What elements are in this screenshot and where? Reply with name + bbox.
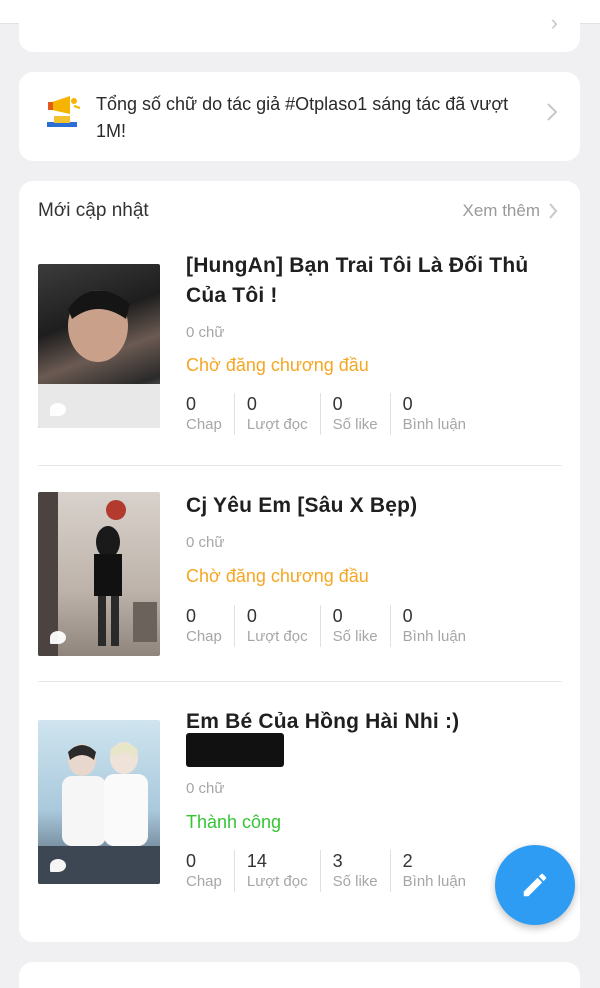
see-more-link[interactable]: Xem thêm [463,201,558,221]
story-word-count: 0 chữ [186,780,225,797]
story-status: Thành công [186,812,282,832]
section-title: Mới cập nhật [38,200,149,221]
story-stats: 0 Chap 0 Lượt đọc 0 Số like 0 Bình luận [186,605,490,647]
divider [38,681,562,682]
chevron-right-icon [549,203,558,219]
story-stats: 0 Chap 14 Lượt đọc 3 Số like 2 Bình luận [186,850,490,892]
story-title: [HungAn] Bạn Trai Tôi Là Đối Thủ Của Tôi… [186,254,529,307]
redaction-block [186,733,284,767]
stat-reads: 14 Lượt đọc [247,850,321,892]
previous-card[interactable]: › [19,0,580,52]
pencil-icon [523,873,547,897]
story-title: Cj Yêu Em [Sâu X Bẹp) [186,494,418,517]
story-word-count: 0 chữ [186,324,225,341]
next-card[interactable] [19,962,580,988]
story-cover-image[interactable] [38,720,160,884]
chevron-right-icon [547,103,558,121]
stat-comments: 0 Bình luận [402,394,467,433]
stat-likes: 0 Số like [333,393,391,435]
stat-chap: 0 Chap [186,850,235,892]
story-status: Chờ đăng chương đầu [186,566,369,586]
stat-chap: 0 Chap [186,605,235,647]
story-item[interactable]: Em Bé Của Hồng Hài Nhi :) 0 chữ Thành cô… [38,710,562,899]
divider [38,465,562,466]
recent-updates-card: Mới cập nhật Xem thêm [HungAn] Bạn Trai … [19,181,580,942]
announcement-card[interactable]: Tổng số chữ do tác giả #Otplaso1 sáng tá… [19,72,580,161]
stat-reads: 0 Lượt đọc [247,605,321,647]
stat-likes: 3 Số like [333,850,391,892]
story-cover-image[interactable] [38,264,160,428]
story-stats: 0 Chap 0 Lượt đọc 0 Số like 0 Bình luận [186,393,490,435]
story-status: Chờ đăng chương đầu [186,355,369,375]
story-item[interactable]: Cj Yêu Em [Sâu X Bẹp) 0 chữ Chờ đăng chư… [38,491,562,661]
stat-likes: 0 Số like [333,605,391,647]
comment-bubble-icon [50,403,66,416]
announcement-text: Tổng số chữ do tác giả #Otplaso1 sáng tá… [96,94,509,141]
chevron-right-icon: › [550,10,558,35]
story-word-count: 0 chữ [186,534,225,551]
stat-reads: 0 Lượt đọc [247,393,321,435]
stat-comments: 2 Bình luận [402,851,467,890]
see-more-label: Xem thêm [462,201,540,220]
story-cover-image[interactable] [38,492,160,656]
stat-comments: 0 Bình luận [402,606,467,645]
write-fab-button[interactable] [495,845,575,925]
megaphone-trophy-icon [47,96,81,127]
story-item[interactable]: [HungAn] Bạn Trai Tôi Là Đối Thủ Của Tôi… [38,254,562,463]
stat-chap: 0 Chap [186,393,235,435]
comment-bubble-icon [50,631,66,644]
comment-bubble-icon [50,859,66,872]
